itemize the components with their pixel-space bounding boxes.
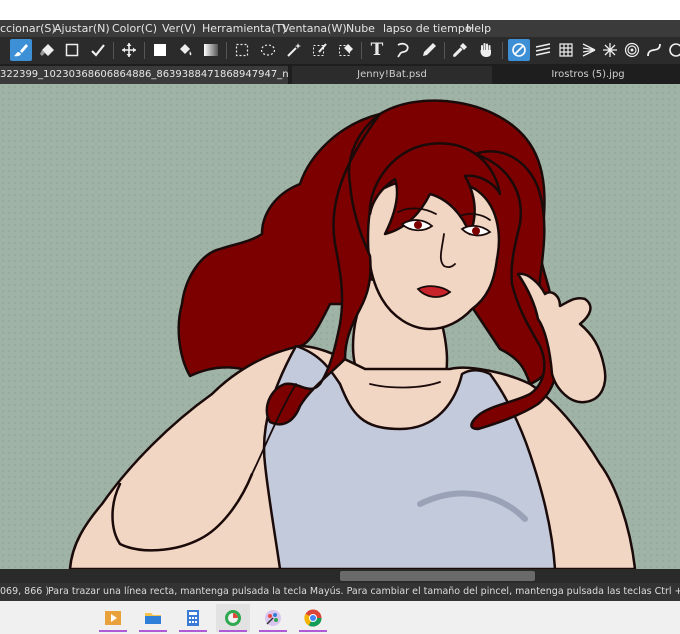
tab-photo-jpg[interactable]: 322399_10230368606864886_863938847186894… <box>0 66 288 84</box>
shape-tool-icon[interactable] <box>61 39 83 61</box>
perspective-ruler-icon[interactable] <box>578 39 600 61</box>
chrome-icon[interactable] <box>296 604 330 632</box>
menu-timelapse[interactable]: lapso de tiempo <box>383 20 472 37</box>
grid-ruler-icon[interactable] <box>555 39 577 61</box>
fill-rect-icon[interactable] <box>149 39 171 61</box>
cursor-coordinates: 069, 866 ) <box>0 586 50 597</box>
paint-app-icon[interactable] <box>256 604 290 632</box>
menu-tool[interactable]: Herramienta(T) <box>202 20 287 37</box>
media-player-icon[interactable] <box>96 604 130 632</box>
scroll-thumb[interactable] <box>340 571 535 581</box>
check-tool-icon[interactable] <box>87 39 109 61</box>
toolbar-separator <box>113 42 114 59</box>
snap-off-icon[interactable] <box>508 39 530 61</box>
rect-select-icon[interactable] <box>231 39 253 61</box>
select-eraser-icon[interactable] <box>335 39 357 61</box>
text-tool-icon[interactable]: T <box>366 39 388 61</box>
menu-color[interactable]: Color(C) <box>112 20 157 37</box>
select-pen-icon[interactable] <box>309 39 331 61</box>
windows-taskbar <box>0 601 680 634</box>
curve-ruler-icon[interactable] <box>643 39 665 61</box>
horizontal-scrollbar[interactable] <box>0 569 680 583</box>
toolbar-separator <box>444 42 445 59</box>
screen-top-margin <box>0 0 680 20</box>
status-hint: Para trazar una línea recta, mantenga pu… <box>48 586 680 597</box>
menu-help[interactable]: Help <box>466 20 491 37</box>
radial-ruler-icon[interactable] <box>599 39 621 61</box>
toolbar-separator <box>361 42 362 59</box>
eraser-tool-icon[interactable] <box>36 39 58 61</box>
lasso-select-icon[interactable] <box>257 39 279 61</box>
hand-tool-icon[interactable] <box>475 39 497 61</box>
toolbar-separator <box>144 42 145 59</box>
parallel-ruler-icon[interactable] <box>532 39 554 61</box>
status-bar: 069, 866 ) Para trazar una línea recta, … <box>0 583 680 601</box>
menu-select[interactable]: ccionar(S) <box>0 20 56 37</box>
drawing-canvas[interactable] <box>0 84 680 569</box>
eyedropper-icon[interactable] <box>449 39 471 61</box>
document-tab-bar: 322399_10230368606864886_863938847186894… <box>0 64 680 84</box>
gradient-icon[interactable] <box>200 39 222 61</box>
lasso-fill-icon[interactable] <box>392 39 414 61</box>
toolbar: T <box>0 37 680 64</box>
menu-cloud[interactable]: Nube <box>346 20 375 37</box>
calculator-icon[interactable] <box>176 604 210 632</box>
menu-view[interactable]: Ver(V) <box>162 20 196 37</box>
artwork <box>68 99 637 569</box>
concentric-ruler-icon[interactable] <box>621 39 643 61</box>
menu-bar: ccionar(S) Ajustar(N) Color(C) Ver(V) He… <box>0 20 680 37</box>
medibang-paint-icon[interactable] <box>216 604 250 632</box>
tab-rostros-jpg[interactable]: Irostros (5).jpg <box>496 66 680 84</box>
pen-tool-icon[interactable] <box>418 39 440 61</box>
menu-window[interactable]: Ventana(W) <box>282 20 347 37</box>
file-explorer-icon[interactable] <box>136 604 170 632</box>
magic-wand-icon[interactable] <box>283 39 305 61</box>
bucket-fill-icon[interactable] <box>174 39 196 61</box>
brush-tool-icon[interactable] <box>10 39 32 61</box>
toolbar-separator <box>502 42 503 59</box>
tab-jenny-bat-psd[interactable]: Jenny!Bat.psd <box>292 66 492 84</box>
ellipse-ruler-icon[interactable] <box>665 39 680 61</box>
menu-adjust[interactable]: Ajustar(N) <box>54 20 110 37</box>
move-tool-icon[interactable] <box>118 39 140 61</box>
toolbar-separator <box>226 42 227 59</box>
